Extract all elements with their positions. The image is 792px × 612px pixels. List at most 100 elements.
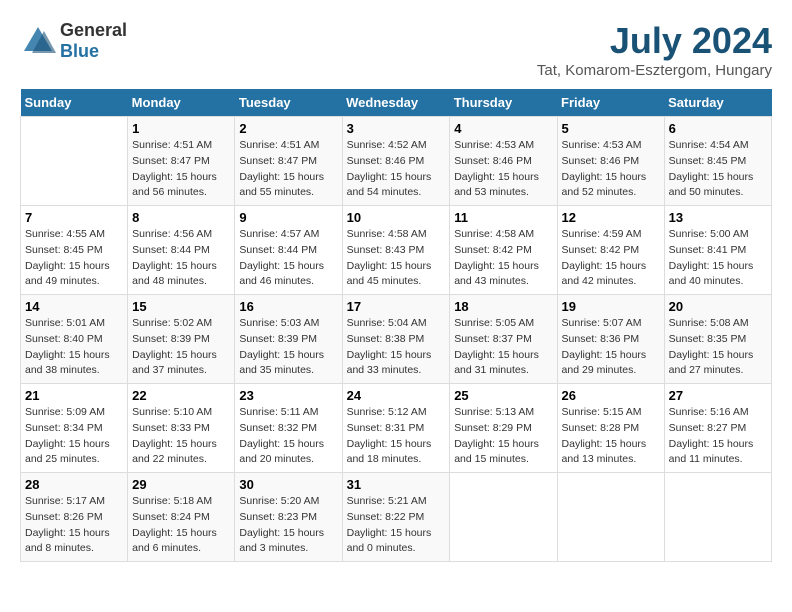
calendar-cell: 16 Sunrise: 5:03 AMSunset: 8:39 PMDayligh… [235,295,342,384]
day-info: Sunrise: 5:05 AMSunset: 8:37 PMDaylight:… [454,316,552,379]
calendar-cell: 18 Sunrise: 5:05 AMSunset: 8:37 PMDayligh… [450,295,557,384]
day-header-thursday: Thursday [450,89,557,117]
calendar-cell: 23 Sunrise: 5:11 AMSunset: 8:32 PMDayligh… [235,384,342,473]
day-number: 10 [347,210,446,225]
logo-blue: Blue [60,41,99,61]
calendar-cell [21,117,128,206]
calendar-cell: 25 Sunrise: 5:13 AMSunset: 8:29 PMDayligh… [450,384,557,473]
calendar-cell: 4 Sunrise: 4:53 AMSunset: 8:46 PMDaylight… [450,117,557,206]
day-number: 25 [454,388,552,403]
day-header-tuesday: Tuesday [235,89,342,117]
day-info: Sunrise: 5:13 AMSunset: 8:29 PMDaylight:… [454,405,552,468]
calendar-cell: 31 Sunrise: 5:21 AMSunset: 8:22 PMDayligh… [342,473,450,562]
day-number: 1 [132,121,230,136]
day-number: 27 [669,388,767,403]
calendar-week-2: 7 Sunrise: 4:55 AMSunset: 8:45 PMDaylight… [21,206,772,295]
calendar-cell: 30 Sunrise: 5:20 AMSunset: 8:23 PMDayligh… [235,473,342,562]
day-number: 20 [669,299,767,314]
day-number: 19 [562,299,660,314]
day-info: Sunrise: 4:51 AMSunset: 8:47 PMDaylight:… [239,138,337,201]
day-number: 28 [25,477,123,492]
day-info: Sunrise: 5:18 AMSunset: 8:24 PMDaylight:… [132,494,230,557]
calendar-body: 1 Sunrise: 4:51 AMSunset: 8:47 PMDaylight… [21,117,772,562]
day-number: 31 [347,477,446,492]
day-header-saturday: Saturday [664,89,771,117]
day-header-sunday: Sunday [21,89,128,117]
day-info: Sunrise: 5:20 AMSunset: 8:23 PMDaylight:… [239,494,337,557]
day-info: Sunrise: 4:55 AMSunset: 8:45 PMDaylight:… [25,227,123,290]
day-number: 26 [562,388,660,403]
day-info: Sunrise: 4:54 AMSunset: 8:45 PMDaylight:… [669,138,767,201]
day-header-monday: Monday [128,89,235,117]
day-header-friday: Friday [557,89,664,117]
day-info: Sunrise: 4:59 AMSunset: 8:42 PMDaylight:… [562,227,660,290]
calendar-header-row: SundayMondayTuesdayWednesdayThursdayFrid… [21,89,772,117]
day-info: Sunrise: 5:21 AMSunset: 8:22 PMDaylight:… [347,494,446,557]
calendar-cell: 21 Sunrise: 5:09 AMSunset: 8:34 PMDayligh… [21,384,128,473]
day-number: 6 [669,121,767,136]
calendar-cell: 1Sunrise: 4:51 AMSunset: 8:47 PMDaylight… [128,117,235,206]
day-info: Sunrise: 5:01 AMSunset: 8:40 PMDaylight:… [25,316,123,379]
day-info: Sunrise: 4:56 AMSunset: 8:44 PMDaylight:… [132,227,230,290]
day-number: 22 [132,388,230,403]
day-number: 13 [669,210,767,225]
day-info: Sunrise: 5:08 AMSunset: 8:35 PMDaylight:… [669,316,767,379]
calendar-week-5: 28Sunrise: 5:17 AMSunset: 8:26 PMDayligh… [21,473,772,562]
day-info: Sunrise: 5:03 AMSunset: 8:39 PMDaylight:… [239,316,337,379]
calendar-cell: 29 Sunrise: 5:18 AMSunset: 8:24 PMDayligh… [128,473,235,562]
logo-icon [20,23,56,59]
day-info: Sunrise: 5:07 AMSunset: 8:36 PMDaylight:… [562,316,660,379]
day-number: 11 [454,210,552,225]
day-header-wednesday: Wednesday [342,89,450,117]
calendar-subtitle: Tat, Komarom-Esztergom, Hungary [537,62,772,79]
day-number: 4 [454,121,552,136]
day-info: Sunrise: 4:53 AMSunset: 8:46 PMDaylight:… [454,138,552,201]
calendar-week-4: 21 Sunrise: 5:09 AMSunset: 8:34 PMDayligh… [21,384,772,473]
day-info: Sunrise: 5:15 AMSunset: 8:28 PMDaylight:… [562,405,660,468]
calendar-cell: 2Sunrise: 4:51 AMSunset: 8:47 PMDaylight… [235,117,342,206]
day-info: Sunrise: 5:02 AMSunset: 8:39 PMDaylight:… [132,316,230,379]
logo: General Blue [20,20,127,62]
day-info: Sunrise: 5:16 AMSunset: 8:27 PMDaylight:… [669,405,767,468]
day-info: Sunrise: 5:09 AMSunset: 8:34 PMDaylight:… [25,405,123,468]
day-number: 9 [239,210,337,225]
calendar-cell: 27 Sunrise: 5:16 AMSunset: 8:27 PMDayligh… [664,384,771,473]
calendar-cell: 9Sunrise: 4:57 AMSunset: 8:44 PMDaylight… [235,206,342,295]
calendar-cell: 6 Sunrise: 4:54 AMSunset: 8:45 PMDaylight… [664,117,771,206]
calendar-cell: 15 Sunrise: 5:02 AMSunset: 8:39 PMDayligh… [128,295,235,384]
day-info: Sunrise: 5:00 AMSunset: 8:41 PMDaylight:… [669,227,767,290]
calendar-cell: 7 Sunrise: 4:55 AMSunset: 8:45 PMDaylight… [21,206,128,295]
day-info: Sunrise: 4:58 AMSunset: 8:42 PMDaylight:… [454,227,552,290]
calendar-cell: 14Sunrise: 5:01 AMSunset: 8:40 PMDayligh… [21,295,128,384]
day-number: 21 [25,388,123,403]
calendar-cell: 17Sunrise: 5:04 AMSunset: 8:38 PMDayligh… [342,295,450,384]
calendar-table: SundayMondayTuesdayWednesdayThursdayFrid… [20,89,772,562]
day-number: 7 [25,210,123,225]
calendar-cell: 3 Sunrise: 4:52 AMSunset: 8:46 PMDaylight… [342,117,450,206]
day-number: 23 [239,388,337,403]
day-number: 30 [239,477,337,492]
day-info: Sunrise: 4:58 AMSunset: 8:43 PMDaylight:… [347,227,446,290]
day-number: 15 [132,299,230,314]
calendar-cell: 24Sunrise: 5:12 AMSunset: 8:31 PMDayligh… [342,384,450,473]
day-info: Sunrise: 5:11 AMSunset: 8:32 PMDaylight:… [239,405,337,468]
calendar-cell: 19 Sunrise: 5:07 AMSunset: 8:36 PMDayligh… [557,295,664,384]
day-info: Sunrise: 4:53 AMSunset: 8:46 PMDaylight:… [562,138,660,201]
day-number: 16 [239,299,337,314]
page-header: General Blue July 2024 Tat, Komarom-Eszt… [20,20,772,79]
day-number: 8 [132,210,230,225]
calendar-cell: 26 Sunrise: 5:15 AMSunset: 8:28 PMDayligh… [557,384,664,473]
day-number: 5 [562,121,660,136]
day-info: Sunrise: 5:12 AMSunset: 8:31 PMDaylight:… [347,405,446,468]
day-number: 29 [132,477,230,492]
day-number: 12 [562,210,660,225]
day-info: Sunrise: 4:52 AMSunset: 8:46 PMDaylight:… [347,138,446,201]
day-number: 17 [347,299,446,314]
calendar-cell: 20 Sunrise: 5:08 AMSunset: 8:35 PMDayligh… [664,295,771,384]
calendar-cell: 22Sunrise: 5:10 AMSunset: 8:33 PMDayligh… [128,384,235,473]
calendar-cell: 10 Sunrise: 4:58 AMSunset: 8:43 PMDayligh… [342,206,450,295]
day-number: 18 [454,299,552,314]
calendar-week-1: 1 Sunrise: 4:51 AMSunset: 8:47 PMDaylight… [21,117,772,206]
calendar-cell: 13 Sunrise: 5:00 AMSunset: 8:41 PMDayligh… [664,206,771,295]
day-number: 3 [347,121,446,136]
